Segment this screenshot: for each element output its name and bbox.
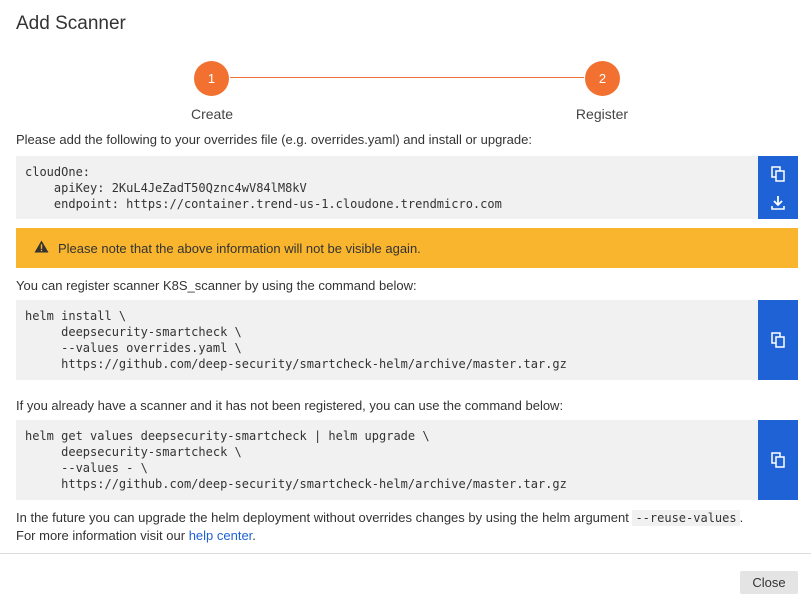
dialog-title: Add Scanner: [16, 13, 126, 34]
overrides-intro: Please add the following to your overrid…: [16, 132, 532, 147]
footer-line-2-suffix: .: [252, 528, 256, 543]
copy-icon[interactable]: [771, 332, 785, 348]
warning-text: Please note that the above information w…: [58, 240, 421, 256]
download-icon[interactable]: [771, 195, 785, 210]
register-code[interactable]: helm install \ deepsecurity-smartcheck \…: [16, 300, 798, 372]
reuse-values-code: --reuse-values: [632, 510, 740, 526]
upgrade-code[interactable]: helm get values deepsecurity-smartcheck …: [16, 420, 798, 492]
footer-line-1: In the future you can upgrade the helm d…: [16, 510, 744, 526]
overrides-code-box: cloudOne: apiKey: 2KuL4JeZadT50Qznc4wV84…: [16, 156, 798, 219]
stepper: 1 2 Create Register: [0, 60, 811, 130]
upgrade-copy-button[interactable]: [758, 420, 798, 500]
register-intro: You can register scanner K8S_scanner by …: [16, 278, 417, 293]
overrides-code[interactable]: cloudOne: apiKey: 2KuL4JeZadT50Qznc4wV84…: [16, 156, 798, 212]
close-button[interactable]: Close: [740, 571, 798, 594]
step-1-label: Create: [190, 106, 234, 122]
register-code-box: helm install \ deepsecurity-smartcheck \…: [16, 300, 798, 380]
help-center-link[interactable]: help center: [189, 528, 253, 543]
overrides-action-bar: [758, 156, 798, 219]
upgrade-code-box: helm get values deepsecurity-smartcheck …: [16, 420, 798, 500]
copy-icon[interactable]: [771, 165, 785, 182]
footer-line-1-suffix: .: [739, 510, 744, 525]
register-copy-button[interactable]: [758, 300, 798, 380]
warning-banner: Please note that the above information w…: [16, 228, 798, 268]
stepper-connector: [230, 77, 584, 78]
copy-icon[interactable]: [771, 452, 785, 468]
upgrade-intro: If you already have a scanner and it has…: [16, 398, 564, 413]
footer-line-2-prefix: For more information visit our: [16, 528, 186, 543]
footer-divider: [0, 553, 811, 554]
warning-icon: [34, 240, 58, 256]
step-1-circle: 1: [194, 61, 229, 96]
footer-line-2: For more information visit our help cent…: [16, 528, 256, 543]
step-2-circle: 2: [585, 61, 620, 96]
step-2-label: Register: [575, 106, 629, 122]
footer-line-1-prefix: In the future you can upgrade the helm d…: [16, 510, 629, 525]
